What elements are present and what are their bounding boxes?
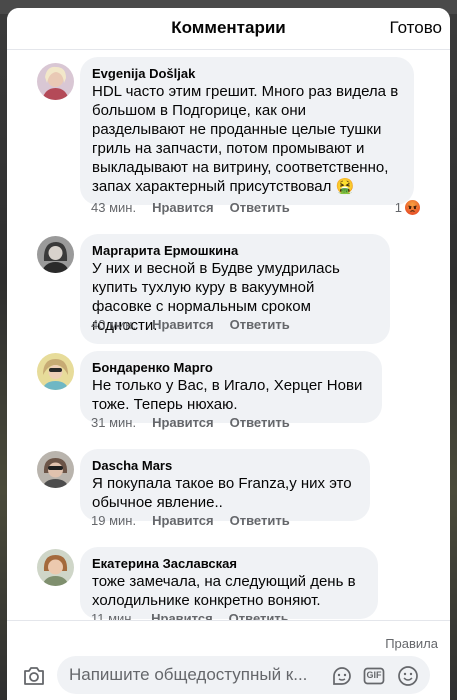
comment-time: 43 мин.	[91, 200, 137, 215]
reaction-count: 1	[394, 200, 402, 215]
comment-composer: Правила Напишите общедоступный к... GIF	[7, 620, 450, 700]
comment-author[interactable]: Бондаренко Марго	[92, 359, 370, 376]
comment-author[interactable]: Dascha Mars	[92, 457, 358, 474]
reply-button[interactable]: Ответить	[230, 415, 290, 430]
camera-icon[interactable]	[23, 666, 45, 686]
comment-input-placeholder: Напишите общедоступный к...	[69, 665, 308, 684]
comment-meta: 43 мин. Нравится Ответить	[91, 200, 290, 215]
comment-time: 19 мин.	[91, 513, 137, 528]
avatar[interactable]	[37, 451, 74, 488]
comment-text: тоже замечала, на следующий день в холод…	[92, 573, 356, 609]
comment-author[interactable]: Екатерина Заславская	[92, 555, 366, 572]
like-button[interactable]: Нравится	[152, 317, 214, 332]
reaction-summary[interactable]: 1	[395, 200, 420, 215]
sticker-icon[interactable]	[331, 665, 353, 687]
like-button[interactable]: Нравится	[152, 200, 214, 215]
like-button[interactable]: Нравится	[152, 415, 214, 430]
comment-bubble: Бондаренко Марго Не только у Вас, в Игал…	[80, 351, 382, 423]
done-button[interactable]: Готово	[390, 18, 443, 38]
like-button[interactable]: Нравится	[152, 513, 214, 528]
comment-meta: 11 мин. Нравится Ответить	[91, 611, 289, 620]
comment-meta: 31 мин. Нравится Ответить	[91, 415, 290, 430]
comment-author[interactable]: Evgenija Došljak	[92, 65, 402, 82]
comment-meta: 19 мин. Нравится Ответить	[91, 513, 290, 528]
avatar[interactable]	[37, 236, 74, 273]
comment-author[interactable]: Маргарита Ермошкина	[92, 242, 378, 259]
reply-button[interactable]: Ответить	[230, 317, 290, 332]
comments-header: Комментарии Готово	[7, 8, 450, 50]
comment-time: 40 мин.	[91, 317, 137, 332]
gif-icon[interactable]: GIF	[363, 665, 385, 687]
reply-button[interactable]: Ответить	[229, 611, 289, 620]
angry-reaction-icon	[405, 200, 420, 215]
avatar[interactable]	[37, 63, 74, 100]
avatar[interactable]	[37, 549, 74, 586]
gif-label: GIF	[366, 670, 382, 680]
reply-button[interactable]: Ответить	[230, 200, 290, 215]
rules-link[interactable]: Правила	[385, 636, 438, 651]
comments-sheet: Комментарии Готово Evgenija Došljak HDL …	[7, 8, 450, 700]
comment-input[interactable]: Напишите общедоступный к... GIF	[57, 656, 430, 694]
like-button[interactable]: Нравится	[151, 611, 213, 620]
comment-bubble: Dascha Mars Я покупала такое во Franza,у…	[80, 449, 370, 521]
comment-bubble: Evgenija Došljak HDL часто этим грешит. …	[80, 57, 414, 205]
comments-feed[interactable]: Evgenija Došljak HDL часто этим грешит. …	[7, 50, 450, 620]
sheet-title: Комментарии	[171, 18, 286, 37]
avatar[interactable]	[37, 353, 74, 390]
emoji-icon[interactable]	[397, 665, 419, 687]
comment-text: HDL часто этим грешит. Много раз видела …	[92, 83, 399, 195]
comment-bubble: Екатерина Заславская тоже замечала, на с…	[80, 547, 378, 619]
comment-time: 31 мин.	[91, 415, 137, 430]
comment-meta: 40 мин. Нравится Ответить	[91, 317, 290, 332]
reply-button[interactable]: Ответить	[230, 513, 290, 528]
comment-text: Не только у Вас, в Игало, Херцег Нови то…	[92, 377, 363, 413]
comment-time: 11 мин.	[91, 611, 136, 620]
comment-text: Я покупала такое во Franza,у них это обы…	[92, 475, 352, 511]
